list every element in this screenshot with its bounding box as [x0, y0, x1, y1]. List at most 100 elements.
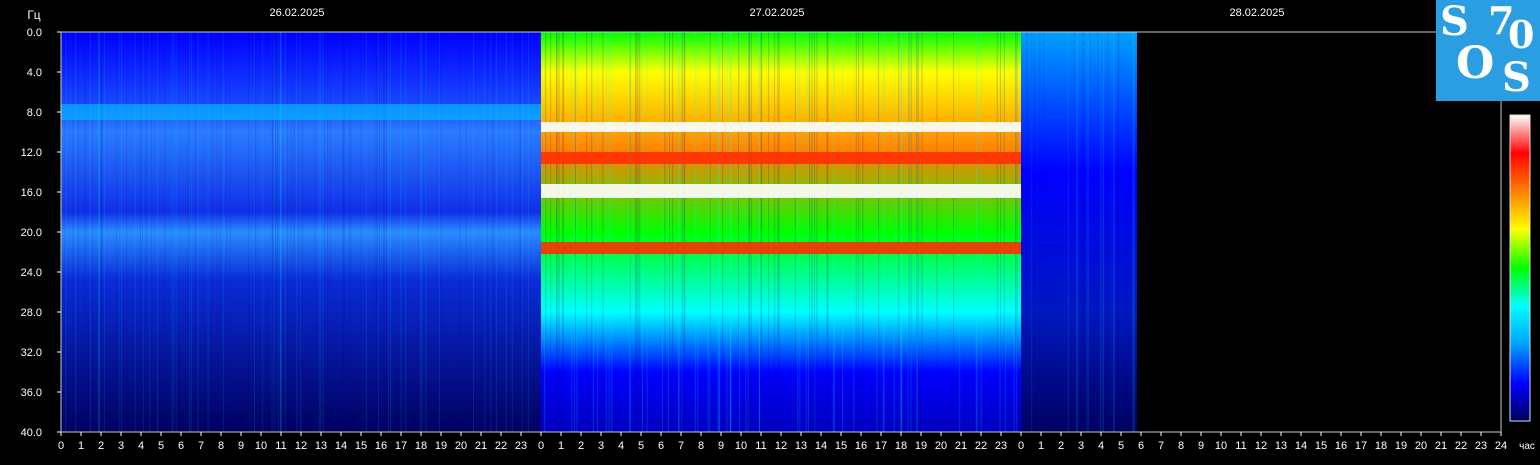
- texture-stripe: [959, 32, 961, 432]
- texture-stripe: [505, 32, 507, 432]
- x-tick-label: 6: [178, 440, 184, 452]
- texture-stripe: [907, 32, 909, 432]
- texture-stripe: [996, 32, 998, 432]
- x-tick-label: 22: [495, 440, 507, 452]
- x-tick-label: 16: [375, 440, 387, 452]
- x-tick-label: 1: [558, 440, 564, 452]
- x-tick-label: 17: [875, 440, 887, 452]
- texture-stripe: [718, 32, 720, 432]
- x-tick-label: 16: [855, 440, 867, 452]
- texture-stripe: [327, 32, 329, 432]
- texture-stripe: [916, 32, 918, 432]
- texture-stripe: [730, 32, 732, 432]
- texture-stripe: [83, 32, 85, 432]
- texture-stripe: [1107, 32, 1109, 432]
- y-tick-label: 40.0: [21, 427, 42, 439]
- texture-stripe: [678, 32, 680, 432]
- x-tick-label: 21: [475, 440, 487, 452]
- texture-stripe: [527, 32, 529, 432]
- logo-letter: S: [1502, 54, 1531, 101]
- texture-stripe: [921, 32, 923, 432]
- texture-stripe: [842, 32, 843, 432]
- texture-stripe: [465, 32, 467, 432]
- texture-stripe: [768, 32, 770, 432]
- x-tick-label: 24: [1495, 440, 1507, 452]
- texture-stripe: [1004, 32, 1006, 432]
- texture-stripe: [778, 32, 780, 432]
- texture-stripe: [936, 32, 938, 432]
- y-tick-label: 8.0: [27, 107, 42, 119]
- texture-stripe: [145, 32, 147, 432]
- texture-stripe: [223, 32, 225, 432]
- texture-stripe: [90, 32, 92, 432]
- texture-stripe: [348, 32, 350, 432]
- x-tick-label: 0: [58, 440, 64, 452]
- texture-stripe: [593, 32, 594, 432]
- texture-stripe: [602, 32, 604, 432]
- texture-stripe: [226, 32, 228, 432]
- texture-stripe: [519, 32, 521, 432]
- texture-stripe: [385, 32, 387, 432]
- texture-stripe: [314, 32, 316, 432]
- texture-stripe: [1015, 32, 1017, 432]
- texture-stripe: [100, 32, 102, 432]
- texture-stripe: [697, 32, 699, 432]
- texture-stripe: [774, 32, 776, 432]
- x-tick-label: 7: [678, 440, 684, 452]
- x-tick-label: 23: [515, 440, 527, 452]
- texture-stripe: [323, 32, 325, 432]
- texture-stripe: [273, 32, 275, 432]
- texture-stripe: [805, 32, 807, 432]
- texture-stripe: [101, 32, 103, 432]
- texture-stripe: [521, 32, 523, 432]
- x-tick-label: 10: [255, 440, 267, 452]
- x-tick-label: 4: [1098, 440, 1104, 452]
- texture-stripe: [134, 32, 136, 432]
- x-tick-label: 14: [815, 440, 827, 452]
- texture-stripe: [611, 32, 613, 432]
- texture-stripe: [322, 32, 324, 432]
- texture-stripe: [116, 32, 118, 432]
- texture-stripe: [574, 32, 576, 432]
- y-tick-label: 12.0: [21, 147, 42, 159]
- texture-stripe: [187, 32, 189, 432]
- y-tick-label: 24.0: [21, 267, 42, 279]
- texture-stripe: [816, 32, 818, 432]
- texture-stripe: [1133, 32, 1135, 432]
- texture-stripe: [722, 32, 724, 432]
- texture-stripe: [157, 32, 159, 432]
- x-tick-label: 9: [238, 440, 244, 452]
- texture-stripe: [826, 32, 828, 432]
- texture-stripe: [419, 32, 421, 432]
- texture-stripe: [668, 32, 670, 432]
- texture-stripe: [799, 32, 801, 432]
- texture-stripe: [908, 32, 910, 432]
- texture-stripe: [862, 32, 864, 432]
- texture-stripe: [1132, 32, 1134, 432]
- x-tick-label: 23: [1475, 440, 1487, 452]
- texture-stripe: [280, 32, 281, 432]
- texture-stripe: [149, 32, 151, 432]
- y-tick-label: 28.0: [21, 307, 42, 319]
- x-tick-label: 8: [218, 440, 224, 452]
- texture-stripe: [262, 32, 264, 432]
- date-label: 26.02.2025: [269, 7, 324, 19]
- x-tick-label: 20: [1415, 440, 1427, 452]
- x-tick-label: 18: [415, 440, 427, 452]
- texture-stripe: [662, 32, 663, 432]
- texture-stripe: [150, 32, 152, 432]
- x-tick-label: 2: [578, 440, 584, 452]
- texture-stripe: [898, 32, 900, 432]
- texture-stripe: [1016, 32, 1018, 432]
- x-tick-label: 13: [795, 440, 807, 452]
- y-tick-label: 32.0: [21, 347, 42, 359]
- texture-stripe: [1067, 32, 1069, 432]
- texture-stripe: [591, 32, 593, 432]
- texture-stripe: [491, 32, 493, 432]
- texture-stripe: [833, 32, 835, 432]
- texture-stripe: [421, 32, 423, 432]
- x-tick-label: 1: [1038, 440, 1044, 452]
- x-unit-label: час: [1519, 441, 1535, 452]
- texture-stripe: [853, 32, 855, 432]
- texture-stripe: [121, 32, 122, 432]
